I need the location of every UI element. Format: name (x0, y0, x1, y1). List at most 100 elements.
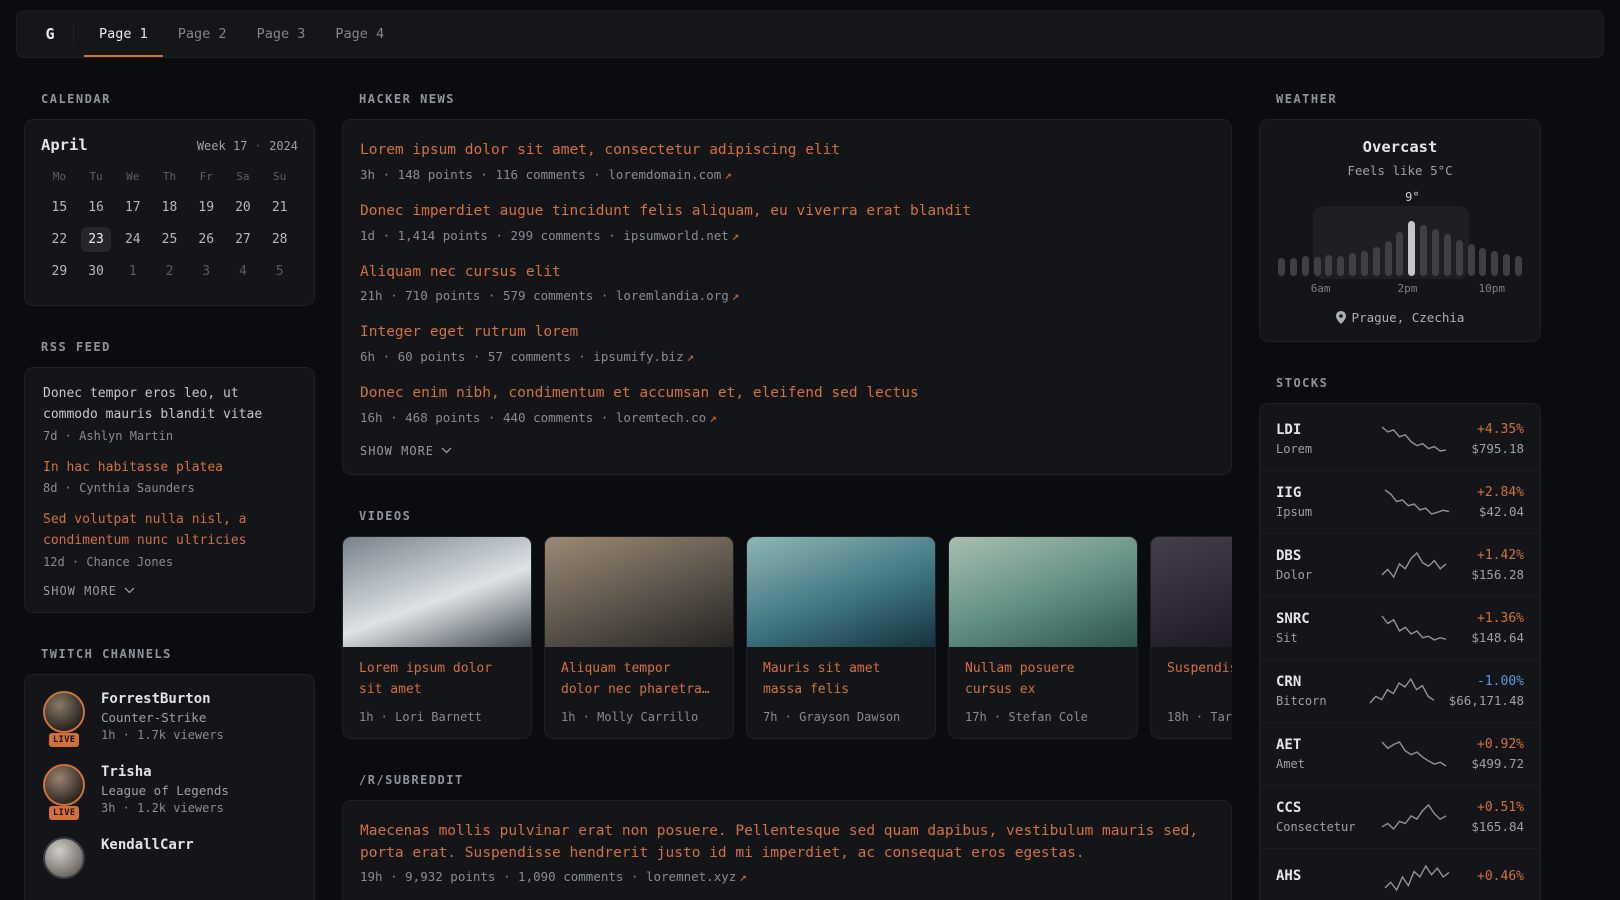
rss-item-meta: 12d · Chance Jones (43, 555, 296, 569)
video-card[interactable]: Nullam posuere cursus ex 17h · Stefan Co… (948, 536, 1138, 739)
calendar-day: 22 (44, 227, 74, 252)
video-card[interactable]: Suspendisse diam 18h · Tara (1150, 536, 1232, 739)
hacker-news-item-meta: 3h · 148 points · 116 comments · loremdo… (360, 167, 1214, 182)
stock-symbol[interactable]: SNRC (1276, 611, 1356, 627)
stock-name: Bitcorn (1276, 694, 1356, 708)
rss-item-title[interactable]: Donec tempor eros leo, ut commodo mauris… (43, 384, 296, 426)
video-thumbnail[interactable] (545, 537, 733, 647)
twitch-channel-name[interactable]: ForrestBurton (101, 691, 224, 707)
calendar-day-header: Mo (41, 170, 78, 195)
weather-hour-bar (1361, 251, 1368, 276)
weather-hourly-chart: 9° (1276, 194, 1524, 296)
stock-symbol[interactable]: AET (1276, 737, 1356, 753)
stock-symbol[interactable]: CRN (1276, 674, 1356, 690)
calendar-day-headers: Mo Tu We Th Fr Sa Su (41, 170, 298, 195)
hacker-news-item-domain[interactable]: loremlandia.org (616, 288, 729, 303)
hacker-news-item-meta: 21h · 710 points · 579 comments · loreml… (360, 288, 1214, 303)
calendar-week-year: Week 172024 (197, 139, 298, 153)
video-thumbnail[interactable] (747, 537, 935, 647)
rss-item-meta: 8d · Cynthia Saunders (43, 481, 296, 495)
twitch-channel-row[interactable]: LIVE Trisha League of Legends 3h · 1.2k … (43, 764, 296, 815)
page-tab[interactable]: Page 1 (84, 11, 163, 57)
stock-row[interactable]: AHS +0.46% (1260, 848, 1540, 900)
hacker-news-item-title[interactable]: Aliquam nec cursus elit (360, 262, 1214, 284)
weather-hour-bar (1503, 254, 1510, 277)
stock-row[interactable]: CCS Consectetur +0.51% $165.84 (1260, 785, 1540, 848)
stock-id: CRN Bitcorn (1276, 674, 1356, 708)
stock-row[interactable]: LDI Lorem +4.35% $795.18 (1260, 408, 1540, 470)
twitch-avatar-wrap: LIVE (43, 691, 87, 742)
calendar-day-header: Th (151, 170, 188, 195)
page-tab[interactable]: Page 3 (242, 11, 321, 57)
video-card[interactable]: Mauris sit amet massa felis 7h · Grayson… (746, 536, 936, 739)
hacker-news-item-domain[interactable]: ipsumify.biz (593, 349, 683, 364)
rss-show-more-button[interactable]: SHOW MORE (43, 584, 296, 598)
rss-item-title[interactable]: In hac habitasse platea (43, 458, 296, 479)
dashboard-grid: CALENDAR April Week 172024 Mo Tu (0, 58, 1620, 900)
video-card[interactable]: Aliquam tempor dolor nec pharetra… 1h · … (544, 536, 734, 739)
stock-symbol[interactable]: AHS (1276, 868, 1356, 884)
video-title[interactable]: Aliquam tempor dolor nec pharetra… (545, 647, 733, 701)
video-meta: 1h · Molly Carrillo (545, 701, 733, 738)
stock-symbol[interactable]: CCS (1276, 800, 1356, 816)
video-meta: 1h · Lori Barnett (343, 701, 531, 738)
section-title-videos: VIDEOS (359, 509, 1232, 523)
twitch-channel-row[interactable]: LIVE KendallCarr (43, 837, 296, 879)
twitch-channel-row[interactable]: LIVE ForrestBurton Counter-Strike 1h · 1… (43, 691, 296, 742)
twitch-channel-name[interactable]: KendallCarr (101, 837, 194, 853)
stock-name: Lorem (1276, 442, 1356, 456)
rss-item-meta: 7d · Ashlyn Martin (43, 429, 296, 443)
stock-row[interactable]: AET Amet +0.92% $499.72 (1260, 722, 1540, 785)
video-title[interactable]: Nullam posuere cursus ex (949, 647, 1137, 701)
weather-hour-bar (1373, 247, 1380, 276)
page-tab[interactable]: Page 4 (320, 11, 399, 57)
calendar-day-header: We (114, 170, 151, 195)
stock-row[interactable]: SNRC Sit +1.36% $148.64 (1260, 596, 1540, 659)
stock-price: $165.84 (1471, 819, 1524, 834)
weather-time-label: 6am (1311, 282, 1331, 295)
video-title[interactable]: Mauris sit amet massa felis (747, 647, 935, 701)
stock-sparkline (1366, 802, 1461, 832)
calendar-day: 16 (81, 195, 111, 220)
hacker-news-show-more-button[interactable]: SHOW MORE (360, 444, 1214, 458)
hacker-news-item-domain[interactable]: loremdomain.com (608, 167, 721, 182)
stock-row[interactable]: DBS Dolor +1.42% $156.28 (1260, 533, 1540, 596)
section-title-stocks: STOCKS (1276, 376, 1541, 390)
video-title[interactable]: Suspendisse diam (1151, 647, 1232, 701)
weather-hour-bar (1302, 256, 1309, 276)
hacker-news-item-title[interactable]: Integer eget rutrum lorem (360, 322, 1214, 344)
nav-divider (73, 23, 74, 45)
hacker-news-item-title[interactable]: Lorem ipsum dolor sit amet, consectetur … (360, 140, 1214, 162)
hacker-news-item-domain[interactable]: ipsumworld.net (623, 228, 728, 243)
video-thumbnail[interactable] (1151, 537, 1232, 647)
stock-symbol[interactable]: LDI (1276, 422, 1356, 438)
subreddit-widget: Maecenas mollis pulvinar erat non posuer… (342, 800, 1232, 900)
video-thumbnail[interactable] (949, 537, 1137, 647)
hacker-news-item-title[interactable]: Donec enim nibh, condimentum et accumsan… (360, 383, 1214, 405)
video-meta: 7h · Grayson Dawson (747, 701, 935, 738)
subreddit-post-title[interactable]: Maecenas mollis pulvinar erat non posuer… (360, 821, 1214, 865)
external-link-icon: ↗ (687, 349, 695, 364)
video-thumbnail[interactable] (343, 537, 531, 647)
subreddit-post-domain[interactable]: loremnet.xyz (646, 869, 736, 884)
weather-feels-like: Feels like 5°C (1276, 163, 1524, 178)
stock-values: +4.35% $795.18 (1471, 422, 1524, 456)
stock-row[interactable]: CRN Bitcorn -1.00% $66,171.48 (1260, 659, 1540, 722)
stock-symbol[interactable]: IIG (1276, 485, 1356, 501)
hacker-news-item-meta: 6h · 60 points · 57 comments · ipsumify.… (360, 349, 1214, 364)
weather-hour-bar (1314, 257, 1321, 276)
stock-change: +1.42% (1471, 548, 1524, 563)
app-logo[interactable]: G (27, 11, 73, 57)
rss-item-title[interactable]: Sed volutpat nulla nisl, a condimentum n… (43, 510, 296, 552)
hacker-news-item-title[interactable]: Donec imperdiet augue tincidunt felis al… (360, 201, 1214, 223)
stock-symbol[interactable]: DBS (1276, 548, 1356, 564)
video-card[interactable]: Lorem ipsum dolor sit amet consectetu… 1… (342, 536, 532, 739)
hacker-news-item-domain[interactable]: loremtech.co (616, 410, 706, 425)
video-title[interactable]: Lorem ipsum dolor sit amet consectetu… (343, 647, 531, 701)
calendar-day: 17 (118, 195, 148, 220)
page-tab[interactable]: Page 2 (163, 11, 242, 57)
twitch-channel-name[interactable]: Trisha (101, 764, 229, 780)
stock-row[interactable]: IIG Ipsum +2.84% $42.04 (1260, 470, 1540, 533)
calendar-day: 5 (265, 259, 295, 284)
stocks-widget: LDI Lorem +4.35% $795.18 (1259, 403, 1541, 900)
